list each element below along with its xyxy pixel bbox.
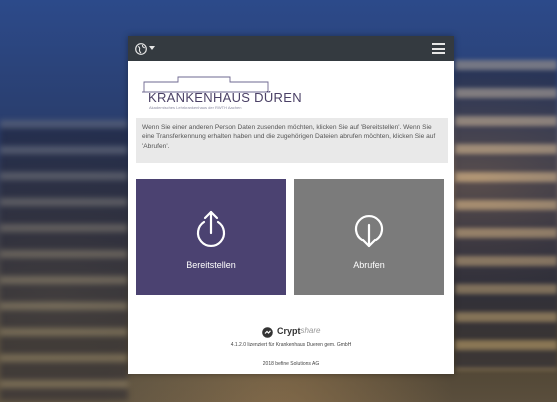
copyright-text: 2018 befine Solutions AG: [262, 361, 320, 367]
download-button[interactable]: Abrufen: [294, 179, 444, 295]
brand-suffix: share: [300, 326, 321, 336]
upload-button-label: Bereitstellen: [186, 260, 236, 270]
license-text: 4.1.2.0 lizenziert für Krankenhaus Duere…: [230, 342, 352, 348]
background-building-right: [455, 60, 557, 370]
hospital-subtitle: Akademisches Lehrkrankenhaus der RWTH Aa…: [149, 105, 242, 110]
upload-icon: [193, 209, 229, 249]
download-icon: [351, 209, 387, 249]
cryptshare-logo-icon: [261, 325, 273, 339]
hospital-name: KRANKENHAUS DÜREN: [148, 90, 302, 105]
download-button-label: Abrufen: [353, 260, 385, 270]
cryptshare-brand: Cryptshare: [128, 322, 454, 339]
hospital-logo: KRANKENHAUS DÜREN Akademisches Lehrkrank…: [138, 74, 302, 110]
main-card: KRANKENHAUS DÜREN Akademisches Lehrkrank…: [128, 36, 454, 374]
upload-button[interactable]: Bereitstellen: [136, 179, 286, 295]
globe-icon[interactable]: [135, 42, 147, 55]
instruction-notice: Wenn Sie einer anderen Person Daten zuse…: [136, 118, 448, 163]
hamburger-menu-icon[interactable]: [432, 43, 445, 54]
top-bar: [128, 36, 454, 61]
chevron-down-icon[interactable]: [149, 46, 155, 50]
background-building-left: [0, 120, 128, 400]
brand-name: Crypt: [276, 325, 301, 336]
